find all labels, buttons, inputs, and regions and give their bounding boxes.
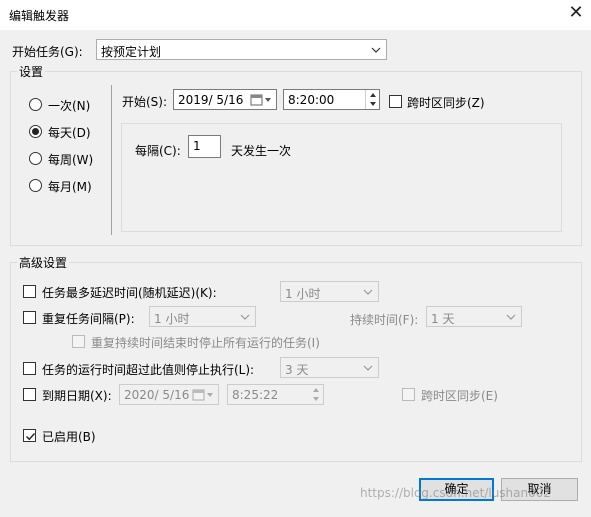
radio-once[interactable] [29,98,42,111]
edit-trigger-dialog: 编辑触发器 ✕ 开始任务(G): 按预定计划 设置 一次(N) 每天(D) 每周… [0,0,591,517]
expire-date-value: 2020/ 5/16 [124,388,190,402]
stop-longer-value: 3 天 [285,363,309,377]
spin-arrows-icon [313,388,319,401]
stop-all-checkbox[interactable] [72,335,85,348]
expire-time-value: 8:25:22 [232,388,279,402]
delay-checkbox[interactable] [23,285,36,298]
begin-task-combo[interactable]: 按预定计划 [96,39,387,60]
sync-timezone-checkbox[interactable] [389,95,402,108]
start-label: 开始(S): [122,95,168,109]
begin-task-label: 开始任务(G): [12,45,83,59]
start-time-value: 8:20:00 [288,93,335,107]
enabled-checkbox[interactable] [23,429,36,442]
start-time-input[interactable]: 8:20:00 [283,89,380,110]
stop-longer-combo[interactable]: 3 天 [280,357,379,378]
expire-time-spinner[interactable] [309,385,323,404]
repeat-checkbox[interactable] [23,311,36,324]
delay-value: 1 小时 [285,287,321,301]
settings-legend: 设置 [17,63,46,80]
settings-divider [111,85,112,235]
radio-selected-dot [32,128,39,135]
chevron-down-icon [240,314,250,320]
every-days-input[interactable]: 1 [188,135,221,158]
close-icon[interactable]: ✕ [566,3,586,25]
spin-arrows-icon [370,93,376,106]
chevron-down-icon [506,314,516,320]
stop-longer-label: 任务的运行时间超过此值则停止执行(L): [42,363,255,377]
expire-label: 到期日期(X): [42,389,112,403]
expire-time-input[interactable]: 8:25:22 [227,384,324,405]
duration-label: 持续时间(F): [350,313,419,327]
radio-weekly[interactable] [29,152,42,165]
delay-combo[interactable]: 1 小时 [280,281,379,302]
chevron-down-icon [371,47,381,53]
duration-value: 1 天 [431,312,455,326]
radio-weekly-label: 每周(W) [48,153,94,167]
chevron-down-icon [363,289,373,295]
radio-monthly[interactable] [29,179,42,192]
expire-sync-checkbox[interactable] [402,388,415,401]
repeat-label: 重复任务间隔(P): [42,312,135,326]
every-days-value: 1 [193,139,201,153]
chevron-down-icon [363,365,373,371]
radio-monthly-label: 每月(M) [48,180,92,194]
window-title: 编辑触发器 [9,9,70,23]
stop-all-label: 重复持续时间结束时停止所有运行的任务(I) [91,336,320,350]
radio-once-label: 一次(N) [48,99,91,113]
time-spinner[interactable] [365,90,379,109]
start-date-picker[interactable]: 2019/ 5/16 [173,89,277,110]
stop-longer-checkbox[interactable] [23,362,36,375]
watermark-text: https://blog.csdn.net/lushan002 [360,486,552,500]
duration-combo[interactable]: 1 天 [426,306,522,327]
every-suffix: 天发生一次 [231,144,292,158]
expire-date-picker[interactable]: 2020/ 5/16 [119,384,219,405]
expire-checkbox[interactable] [23,388,36,401]
begin-task-value: 按预定计划 [101,45,162,59]
sync-timezone-label: 跨时区同步(Z) [407,96,485,110]
delay-label: 任务最多延迟时间(随机延迟)(K): [42,286,217,300]
advanced-legend: 高级设置 [17,254,70,271]
start-date-value: 2019/ 5/16 [178,93,244,107]
expire-sync-label: 跨时区同步(E) [421,389,498,403]
every-label: 每隔(C): [135,144,181,158]
radio-daily-label: 每天(D) [48,126,91,140]
calendar-icon[interactable] [250,93,274,107]
enabled-label: 已启用(B) [42,430,96,444]
radio-daily[interactable] [29,125,42,138]
repeat-combo[interactable]: 1 小时 [149,306,256,327]
repeat-value: 1 小时 [154,312,190,326]
checkmark-icon [26,433,36,441]
calendar-icon[interactable] [192,388,216,402]
